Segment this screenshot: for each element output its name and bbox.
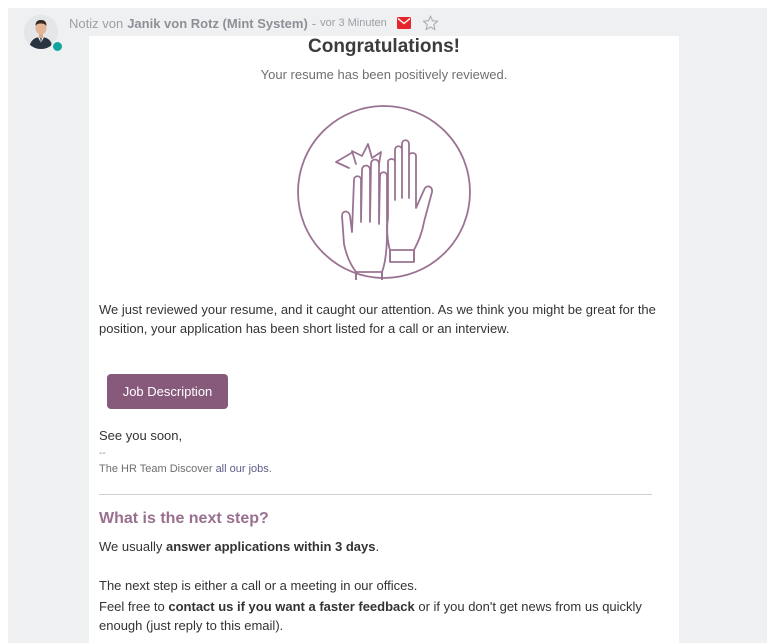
- email-subtitle: Your resume has been positively reviewed…: [260, 67, 508, 82]
- message-header: Notiz von Janik von Rotz (Mint System) -…: [69, 15, 439, 31]
- line1-end: .: [375, 539, 380, 554]
- star-icon[interactable]: [422, 15, 439, 31]
- line1-bold: answer applications within 3 days: [165, 539, 376, 554]
- email-paragraph: We just reviewed your resume, and it cau…: [99, 302, 656, 336]
- response-time-text: We usually answer applications within 3 …: [99, 539, 379, 554]
- signature-dash: --: [99, 448, 106, 459]
- line1-pre: We usually: [99, 539, 166, 554]
- divider: [99, 494, 652, 495]
- next-step-heading: What is the next step?: [99, 510, 269, 527]
- email-signature: The HR Team Discover all our jobs.: [99, 463, 272, 475]
- feedback-text: Feel free to contact us if you want a fa…: [99, 597, 664, 635]
- email-title: Congratulations!: [308, 36, 460, 57]
- email-body: Congratulations! Your resume has been po…: [89, 36, 679, 643]
- para2-pre: Feel free to: [99, 599, 169, 614]
- header-separator: -: [311, 15, 317, 31]
- envelope-icon[interactable]: [396, 17, 411, 29]
- next-step-text: The next step is either a call or a meet…: [99, 578, 418, 593]
- message-type: Notiz von: [69, 15, 124, 31]
- para2-bold: contact us if you want a faster feedback: [168, 599, 415, 614]
- high-five-icon: [296, 104, 472, 285]
- signature-end: .: [268, 463, 272, 475]
- chatter-message: Notiz von Janik von Rotz (Mint System) -…: [8, 8, 767, 643]
- message-author[interactable]: Janik von Rotz (Mint System): [127, 16, 308, 31]
- presence-indicator: [51, 40, 64, 53]
- job-description-button[interactable]: Job Description: [107, 374, 228, 409]
- message-date: vor 3 Minuten: [320, 17, 387, 29]
- signature-text: The HR Team Discover: [99, 463, 213, 475]
- email-closing: See you soon,: [99, 428, 183, 443]
- all-jobs-link[interactable]: all our jobs: [216, 463, 269, 475]
